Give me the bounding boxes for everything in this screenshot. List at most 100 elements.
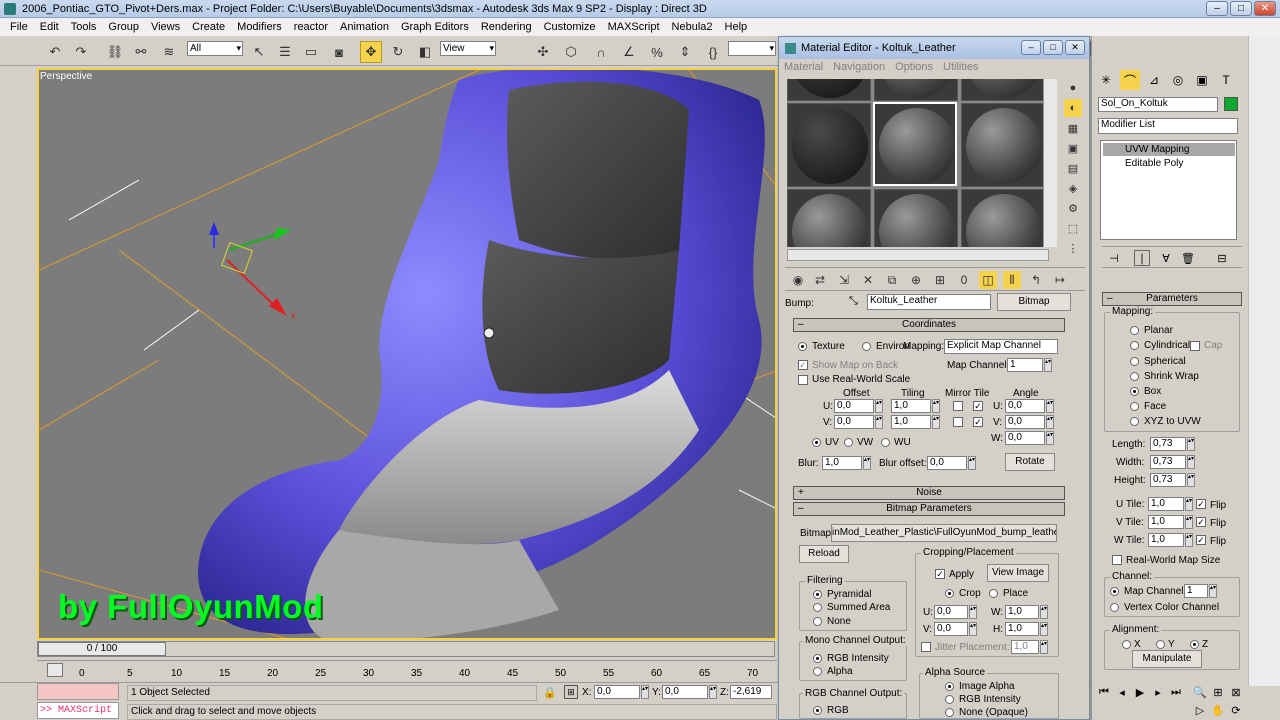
make-unique-icon[interactable]: ∀ (1158, 250, 1174, 266)
cap-checkbox[interactable] (1190, 341, 1200, 351)
remove-modifier-icon[interactable]: 🗑 (1180, 250, 1196, 266)
map-name-field[interactable]: Koltuk_Leather (867, 294, 991, 310)
crop-w-field[interactable]: 1,0 (1005, 605, 1039, 619)
alpha-rgb-intensity-radio[interactable] (945, 695, 954, 704)
video-color-check-icon[interactable]: ▤ (1064, 159, 1082, 177)
modify-tab-icon[interactable]: ⌒ (1120, 70, 1140, 90)
zoom-region-icon[interactable]: ⊠ (1228, 684, 1244, 700)
med-menu-options[interactable]: Options (890, 61, 938, 73)
y-spinner[interactable]: ▴▾ (709, 685, 717, 699)
real-world-scale-checkbox[interactable] (798, 375, 808, 385)
u-tiling-spinner[interactable]: ▴▾ (932, 399, 940, 413)
v-offset-field[interactable]: 0,0 (834, 415, 874, 429)
zoom-extents-icon[interactable]: ⊞ (1210, 684, 1226, 700)
crop-h-spinner[interactable]: ▴▾ (1040, 622, 1048, 636)
v-tiling-field[interactable]: 1,0 (891, 415, 931, 429)
z-coordinate-field[interactable]: -2,619 (730, 685, 772, 699)
fov-icon[interactable]: ▷ (1192, 702, 1208, 718)
crop-radio[interactable] (945, 589, 954, 598)
menu-create[interactable]: Create (186, 21, 231, 33)
align-y-radio[interactable] (1156, 640, 1165, 649)
u-tile-spinner[interactable]: ▴▾ (1185, 497, 1193, 511)
length-field[interactable]: 0,73 (1150, 437, 1186, 451)
u-angle-field[interactable]: 0,0 (1005, 399, 1045, 413)
planar-radio[interactable] (1130, 326, 1139, 335)
v-tile-checkbox[interactable]: ✓ (973, 417, 983, 427)
med-menu-navigation[interactable]: Navigation (828, 61, 890, 73)
mono-rgb-intensity-radio[interactable] (813, 654, 822, 663)
blur-spinner[interactable]: ▴▾ (863, 456, 871, 470)
material-slot[interactable] (961, 79, 1045, 101)
crop-u-field[interactable]: 0,0 (934, 605, 968, 619)
y-coordinate-field[interactable]: 0,0 (662, 685, 708, 699)
perspective-viewport[interactable]: x (37, 68, 777, 640)
arc-rotate-icon[interactable]: ⟳ (1228, 702, 1244, 718)
show-end-result-icon[interactable]: ⫴ (1003, 271, 1021, 289)
med-minimize-button[interactable]: – (1021, 40, 1041, 55)
summed-area-radio[interactable] (813, 603, 822, 612)
crop-u-spinner[interactable]: ▴▾ (969, 605, 977, 619)
trackbar-toggle-icon[interactable] (47, 663, 63, 677)
uv-radio[interactable] (812, 438, 821, 447)
material-slot[interactable] (787, 79, 871, 101)
shrink-wrap-radio[interactable] (1130, 372, 1139, 381)
box-radio[interactable] (1130, 387, 1139, 396)
environ-radio[interactable] (862, 342, 871, 351)
slots-horizontal-scrollbar[interactable] (787, 249, 1049, 261)
med-close-button[interactable]: ✕ (1065, 40, 1085, 55)
cmd-map-channel-field[interactable]: 1 (1184, 584, 1208, 598)
material-slot[interactable] (787, 189, 871, 247)
u-angle-spinner[interactable]: ▴▾ (1046, 399, 1054, 413)
crop-h-field[interactable]: 1,0 (1005, 622, 1039, 636)
unlink-icon[interactable]: ⚯ (130, 41, 152, 63)
snap-toggle-icon[interactable]: ∩ (590, 41, 612, 63)
go-to-start-icon[interactable]: ⏮ (1096, 684, 1112, 700)
v-flip-checkbox[interactable]: ✓ (1196, 517, 1206, 527)
previous-frame-icon[interactable]: ◂ (1114, 684, 1130, 700)
maxscript-listener-output[interactable] (37, 683, 119, 700)
show-end-result-icon[interactable]: ∣ (1134, 250, 1150, 266)
stack-item-editable-poly[interactable]: Editable Poly (1103, 157, 1235, 170)
play-icon[interactable]: ▶ (1132, 684, 1148, 700)
jitter-field[interactable]: 1,0 (1011, 640, 1039, 654)
go-forward-sibling-icon[interactable]: ↦ (1051, 271, 1069, 289)
material-slot[interactable] (874, 189, 958, 247)
face-radio[interactable] (1130, 402, 1139, 411)
menu-file[interactable]: File (4, 21, 34, 33)
v-tile-field[interactable]: 1,0 (1148, 515, 1184, 529)
reset-map-icon[interactable]: ✕ (859, 271, 877, 289)
pin-stack-icon[interactable]: ⊣ (1106, 250, 1122, 266)
object-name-field[interactable]: Sol_On_Koltuk (1098, 97, 1218, 112)
display-tab-icon[interactable]: ▣ (1192, 70, 1212, 90)
material-slot[interactable] (787, 103, 871, 187)
put-to-library-icon[interactable]: ⊞ (931, 271, 949, 289)
angle-snap-icon[interactable]: ∠ (618, 41, 640, 63)
vertex-color-radio[interactable] (1110, 603, 1119, 612)
real-world-map-size-checkbox[interactable] (1112, 555, 1122, 565)
utilities-tab-icon[interactable]: T (1216, 70, 1236, 90)
maximize-button[interactable]: □ (1230, 1, 1252, 16)
go-to-end-icon[interactable]: ⏭ (1168, 684, 1184, 700)
named-selection-icon[interactable]: {} (702, 41, 724, 63)
select-object-icon[interactable]: ↖ (248, 41, 270, 63)
v-offset-spinner[interactable]: ▴▾ (875, 415, 883, 429)
select-link-icon[interactable]: ⛓ (104, 41, 126, 63)
align-x-radio[interactable] (1122, 640, 1131, 649)
map-channel-field[interactable]: 1 (1007, 358, 1043, 372)
hierarchy-tab-icon[interactable]: ⊿ (1144, 70, 1164, 90)
motion-tab-icon[interactable]: ◎ (1168, 70, 1188, 90)
blur-offset-field[interactable]: 0,0 (927, 456, 967, 470)
material-slot[interactable] (961, 103, 1045, 187)
time-slider[interactable]: 0 / 100 (38, 642, 166, 656)
menu-tools[interactable]: Tools (65, 21, 103, 33)
rotate-button[interactable]: Rotate (1005, 453, 1055, 471)
v-angle-spinner[interactable]: ▴▾ (1046, 415, 1054, 429)
menu-nebula2[interactable]: Nebula2 (666, 21, 719, 33)
make-unique-icon[interactable]: ⊕ (907, 271, 925, 289)
u-offset-spinner[interactable]: ▴▾ (875, 399, 883, 413)
u-tile-checkbox[interactable]: ✓ (973, 401, 983, 411)
mapping-select[interactable]: Explicit Map Channel (944, 339, 1058, 354)
cylindrical-radio[interactable] (1130, 341, 1139, 350)
spinner-snap-icon[interactable]: ⇕ (674, 41, 696, 63)
menu-modifiers[interactable]: Modifiers (231, 21, 288, 33)
